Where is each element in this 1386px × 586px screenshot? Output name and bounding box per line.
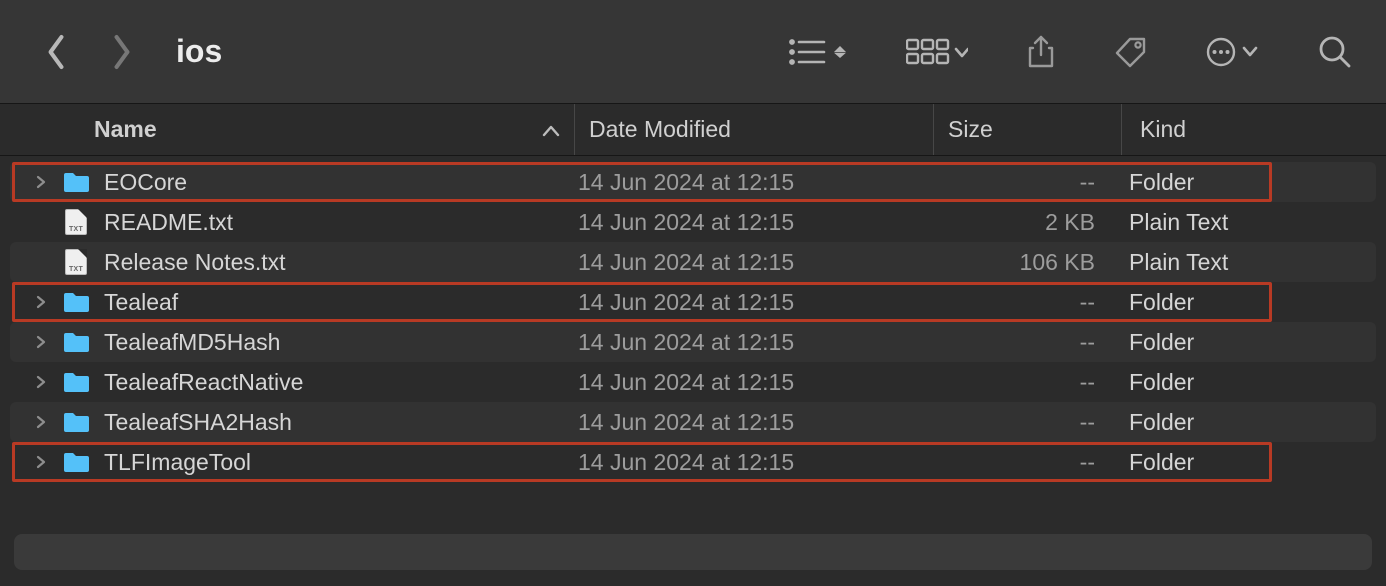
share-button[interactable]	[1026, 35, 1056, 69]
cell-date: 14 Jun 2024 at 12:15	[574, 249, 933, 276]
cell-name: TLFImageTool	[10, 449, 574, 476]
cell-kind: Plain Text	[1121, 249, 1376, 276]
cell-size: 106 KB	[933, 249, 1121, 276]
file-row[interactable]: TealeafReactNative 14 Jun 2024 at 12:15--…	[10, 362, 1376, 402]
column-label: Name	[94, 116, 157, 143]
cell-name: README.txt	[10, 209, 574, 236]
disclosure-icon[interactable]	[32, 175, 50, 189]
column-label: Date Modified	[589, 116, 731, 143]
column-header-name[interactable]: Name	[0, 104, 574, 155]
disclosure-icon[interactable]	[32, 415, 50, 429]
disclosure-icon[interactable]	[32, 335, 50, 349]
cell-date: 14 Jun 2024 at 12:15	[574, 449, 933, 476]
file-name: TLFImageTool	[104, 449, 251, 476]
cell-name: EOCore	[10, 169, 574, 196]
cell-kind: Plain Text	[1121, 209, 1376, 236]
file-row[interactable]: Tealeaf 14 Jun 2024 at 12:15--Folder	[10, 282, 1376, 322]
disclosure-icon[interactable]	[32, 295, 50, 309]
cell-date: 14 Jun 2024 at 12:15	[574, 209, 933, 236]
cell-size: --	[933, 409, 1121, 436]
txt-file-icon	[62, 249, 90, 275]
view-list-button[interactable]	[788, 37, 848, 67]
cell-name: TealeafReactNative	[10, 369, 574, 396]
cell-size: --	[933, 289, 1121, 316]
toolbar: ios	[0, 0, 1386, 104]
cell-name: Release Notes.txt	[10, 249, 574, 276]
file-row[interactable]: README.txt 14 Jun 2024 at 12:152 KBPlain …	[10, 202, 1376, 242]
column-label: Kind	[1140, 116, 1186, 143]
column-headers: Name Date Modified Size Kind	[0, 104, 1386, 156]
file-row[interactable]: TealeafSHA2Hash 14 Jun 2024 at 12:15--Fol…	[10, 402, 1376, 442]
file-name: Tealeaf	[104, 289, 178, 316]
folder-icon	[62, 289, 90, 315]
cell-kind: Folder	[1121, 329, 1376, 356]
back-button[interactable]	[44, 33, 68, 71]
cell-kind: Folder	[1121, 369, 1376, 396]
folder-icon	[62, 369, 90, 395]
cell-kind: Folder	[1121, 169, 1376, 196]
action-menu-button[interactable]	[1206, 36, 1260, 68]
column-header-date[interactable]: Date Modified	[574, 104, 933, 155]
folder-icon	[62, 449, 90, 475]
file-name: TealeafSHA2Hash	[104, 409, 292, 436]
search-button[interactable]	[1318, 35, 1352, 69]
cell-kind: Folder	[1121, 409, 1376, 436]
cell-size: --	[933, 369, 1121, 396]
nav-buttons	[44, 33, 134, 71]
file-list: EOCore14 Jun 2024 at 12:15--FolderREADME…	[0, 156, 1386, 520]
column-label: Size	[948, 116, 993, 143]
disclosure-icon[interactable]	[32, 375, 50, 389]
txt-file-icon	[62, 209, 90, 235]
path-bar[interactable]	[14, 534, 1372, 570]
cell-date: 14 Jun 2024 at 12:15	[574, 409, 933, 436]
cell-kind: Folder	[1121, 289, 1376, 316]
file-row[interactable]: TLFImageTool 14 Jun 2024 at 12:15--Folder	[10, 442, 1376, 482]
column-header-size[interactable]: Size	[933, 104, 1121, 155]
forward-button[interactable]	[110, 33, 134, 71]
window-title: ios	[176, 33, 222, 70]
cell-size: --	[933, 169, 1121, 196]
cell-name: Tealeaf	[10, 289, 574, 316]
cell-name: TealeafMD5Hash	[10, 329, 574, 356]
finder-window: ios	[0, 0, 1386, 586]
cell-date: 14 Jun 2024 at 12:15	[574, 289, 933, 316]
cell-name: TealeafSHA2Hash	[10, 409, 574, 436]
cell-size: 2 KB	[933, 209, 1121, 236]
file-row[interactable]: Release Notes.txt 14 Jun 2024 at 12:15106…	[10, 242, 1376, 282]
file-name: Release Notes.txt	[104, 249, 286, 276]
cell-kind: Folder	[1121, 449, 1376, 476]
toolbar-actions	[788, 35, 1352, 69]
column-header-kind[interactable]: Kind	[1121, 104, 1386, 155]
cell-date: 14 Jun 2024 at 12:15	[574, 369, 933, 396]
tags-button[interactable]	[1114, 36, 1148, 68]
folder-icon	[62, 409, 90, 435]
group-button[interactable]	[906, 37, 968, 67]
cell-date: 14 Jun 2024 at 12:15	[574, 329, 933, 356]
file-row[interactable]: TealeafMD5Hash 14 Jun 2024 at 12:15--Fold…	[10, 322, 1376, 362]
folder-icon	[62, 329, 90, 355]
folder-icon	[62, 169, 90, 195]
file-name: README.txt	[104, 209, 233, 236]
file-name: EOCore	[104, 169, 187, 196]
cell-size: --	[933, 449, 1121, 476]
file-name: TealeafMD5Hash	[104, 329, 280, 356]
cell-size: --	[933, 329, 1121, 356]
file-row[interactable]: EOCore 14 Jun 2024 at 12:15--Folder	[10, 162, 1376, 202]
disclosure-icon[interactable]	[32, 455, 50, 469]
cell-date: 14 Jun 2024 at 12:15	[574, 169, 933, 196]
sort-indicator-icon	[542, 116, 560, 143]
file-name: TealeafReactNative	[104, 369, 303, 396]
